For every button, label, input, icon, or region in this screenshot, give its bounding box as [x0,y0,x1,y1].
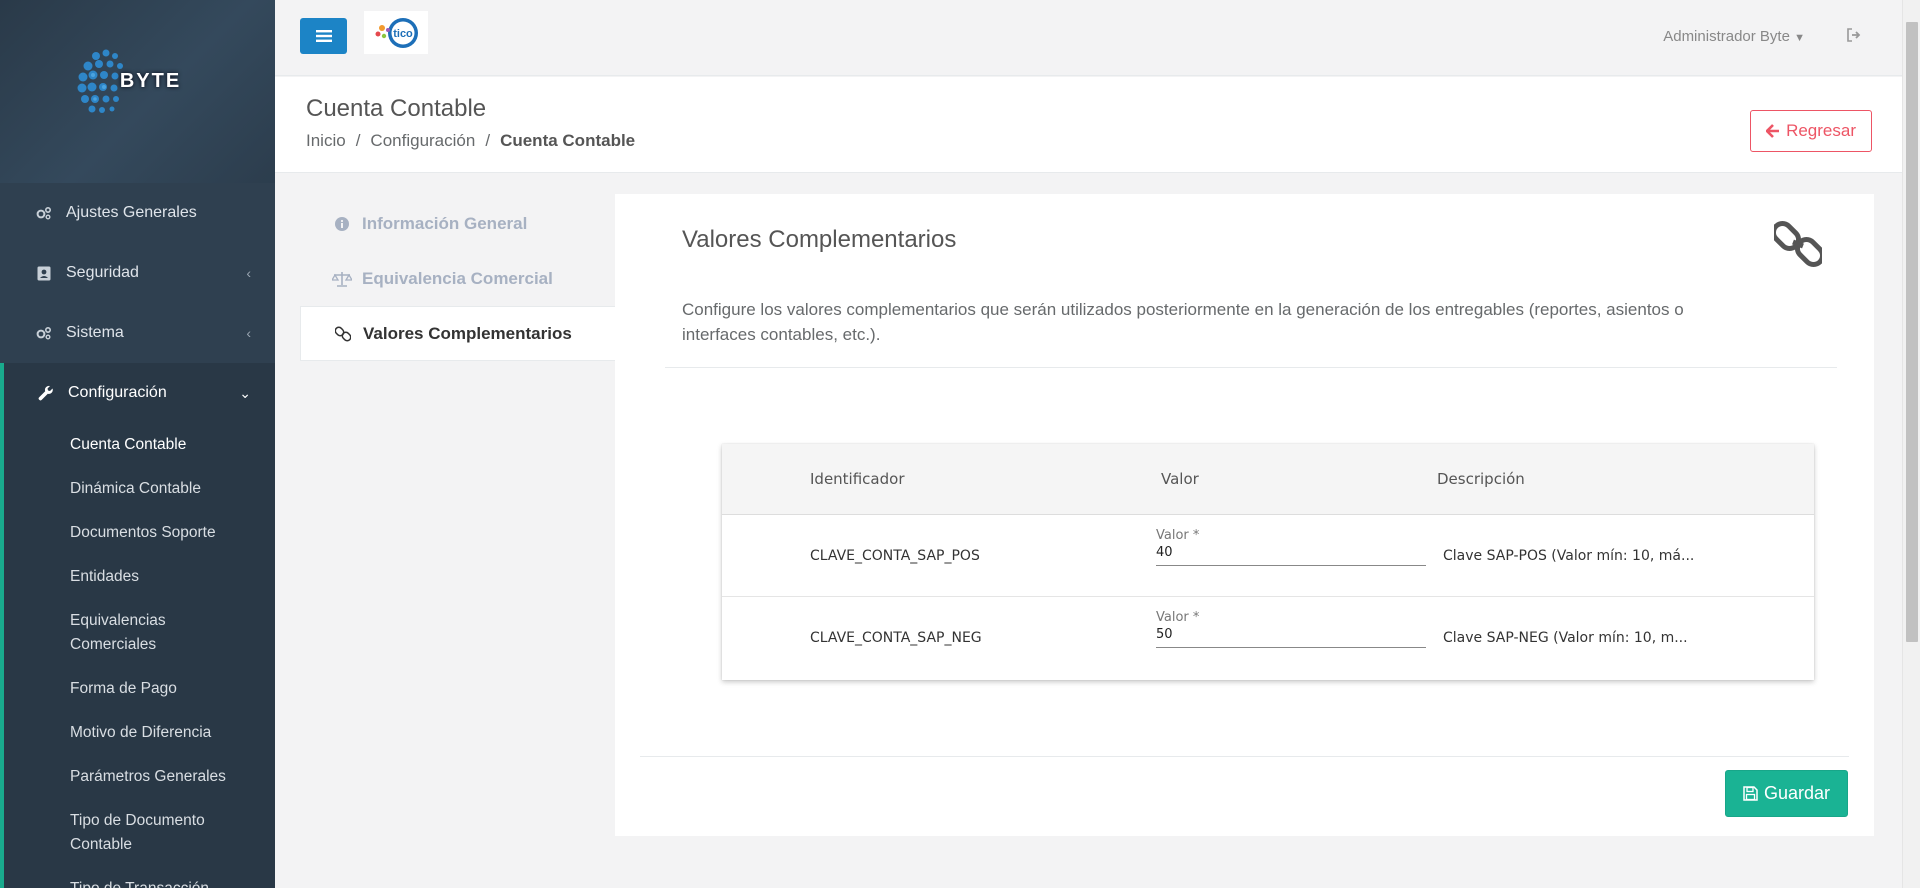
caret-down-icon: ▼ [1794,32,1805,44]
sidebar-subitem-forma-de-pago[interactable]: Forma de Pago [4,667,275,711]
user-menu-dropdown[interactable]: Administrador Byte ▼ [1663,28,1805,45]
chevron-left-icon: ‹ [246,265,251,281]
vertical-tabs: Información General Equivalencia Comerci… [300,196,615,361]
tab-equivalencia-comercial[interactable]: Equivalencia Comercial [300,251,615,306]
chevron-down-icon: ⌄ [239,384,251,401]
tico-logo-icon: tico [375,17,418,48]
wrench-icon [36,385,56,401]
page-scrollbar[interactable] [1902,0,1920,888]
chain-link-icon [333,326,353,342]
sidebar-item-seguridad[interactable]: Seguridad ‹ [0,243,275,303]
table-row: CLAVE_CONTA_SAP_NEG Valor * Clave SAP-NE… [722,597,1814,679]
sidebar-subitem-dinamica-contable[interactable]: Dinámica Contable [4,467,275,511]
breadcrumb-separator: / [355,131,361,150]
sidebar-item-ajustes-generales[interactable]: Ajustes Generales [0,183,275,243]
balance-scale-icon [332,271,352,287]
hamburger-menu-button[interactable] [300,18,347,54]
sidebar-item-label: Sistema [66,324,124,341]
chain-link-icon [1770,220,1826,273]
sidebar-nav: Ajustes Generales Seguridad ‹ Sistema ‹ [0,183,275,363]
id-card-icon [34,266,54,281]
partner-logo-text: tico [393,28,413,40]
sidebar-subitem-parametros-generales[interactable]: Parámetros Generales [4,755,275,799]
logout-icon[interactable] [1846,28,1862,46]
values-table: Identificador Valor Descripción CLAVE_CO… [722,444,1814,680]
tab-informacion-general[interactable]: Información General [300,196,615,251]
sidebar-item-configuracion[interactable]: Configuración ⌄ [4,363,275,423]
value-field-label: Valor * [1156,610,1200,625]
sidebar-item-label: Ajustes Generales [66,204,197,221]
value-field: Valor * [1156,528,1426,566]
sidebar-subitem-equivalencias-comerciales[interactable]: Equivalencias Comerciales [4,599,275,667]
value-input[interactable] [1156,543,1426,561]
user-name: Administrador Byte [1663,28,1790,45]
table-header: Identificador Valor Descripción [722,444,1814,515]
back-button[interactable]: Regresar [1750,110,1872,152]
divider [640,756,1849,757]
tab-label: Valores Complementarios [363,323,572,343]
sidebar: BYTE Ajustes Generales Seguridad ‹ Siste… [0,0,275,888]
top-navbar: tico Administrador Byte ▼ [275,0,1920,76]
value-field: Valor * [1156,610,1426,648]
sidebar-subitem-documentos-soporte[interactable]: Documentos Soporte [4,511,275,555]
arrow-left-icon [1766,124,1780,138]
tab-content-panel: Valores Complementarios Configure los va… [615,194,1874,836]
sidebar-subitem-cuenta-contable[interactable]: Cuenta Contable [4,423,275,467]
sidebar-item-sistema[interactable]: Sistema ‹ [0,303,275,363]
page-title: Cuenta Contable [306,95,487,122]
logo-text: BYTE [119,70,182,92]
save-button[interactable]: Guardar [1725,770,1848,817]
sidebar-item-label: Configuración [68,384,167,401]
tab-valores-complementarios[interactable]: Valores Complementarios [300,306,615,361]
gears-icon [34,326,54,340]
column-header-descripcion[interactable]: Descripción [1437,470,1525,488]
info-circle-icon [332,216,352,231]
page-heading: Cuenta Contable Inicio / Configuración /… [275,77,1902,173]
breadcrumb-inicio[interactable]: Inicio [306,131,346,151]
row-description: Clave SAP-POS (Valor mín: 10, má... [1443,548,1695,564]
sidebar-subitem-motivo-de-diferencia[interactable]: Motivo de Diferencia [4,711,275,755]
row-identifier: CLAVE_CONTA_SAP_POS [810,548,980,564]
value-input[interactable] [1156,625,1426,643]
chevron-left-icon: ‹ [246,325,251,341]
sidebar-subitem-tipo-documento-contable[interactable]: Tipo de Documento Contable [4,799,275,867]
divider [665,367,1837,368]
breadcrumb: Inicio / Configuración / Cuenta Contable [306,131,635,151]
sidebar-item-label: Seguridad [66,264,139,281]
sidebar-header: BYTE [0,0,275,183]
value-field-label: Valor * [1156,528,1200,543]
table-row: CLAVE_CONTA_SAP_POS Valor * Clave SAP-PO… [722,515,1814,597]
row-identifier: CLAVE_CONTA_SAP_NEG [810,630,982,646]
tab-label: Equivalencia Comercial [362,268,553,288]
column-header-identificador[interactable]: Identificador [810,470,904,488]
byte-logo[interactable]: BYTE [74,42,181,122]
panel-description: Configure los valores complementarios qu… [682,300,1684,344]
gears-icon [34,206,54,220]
save-button-label: Guardar [1763,783,1831,803]
breadcrumb-current: Cuenta Contable [500,131,636,150]
panel-title: Valores Complementarios [682,226,957,253]
sidebar-subitem-tipo-transaccion[interactable]: Tipo de Transacción [4,867,275,888]
sidebar-subnav: Cuenta Contable Dinámica Contable Docume… [4,423,275,888]
scrollbar-thumb[interactable] [1906,22,1918,642]
tab-label: Información General [362,213,528,233]
partner-logo: tico [364,11,428,54]
floppy-disk-icon [1743,786,1758,801]
sidebar-subitem-entidades[interactable]: Entidades [4,555,275,599]
back-button-label: Regresar [1786,121,1856,140]
breadcrumb-configuracion[interactable]: Configuración [370,131,475,151]
hamburger-icon [315,30,332,42]
breadcrumb-separator: / [485,131,491,150]
sidebar-group-configuracion: Configuración ⌄ Cuenta Contable Dinámica… [0,363,275,888]
row-description: Clave SAP-NEG (Valor mín: 10, m... [1443,630,1688,646]
column-header-valor[interactable]: Valor [1161,470,1199,488]
